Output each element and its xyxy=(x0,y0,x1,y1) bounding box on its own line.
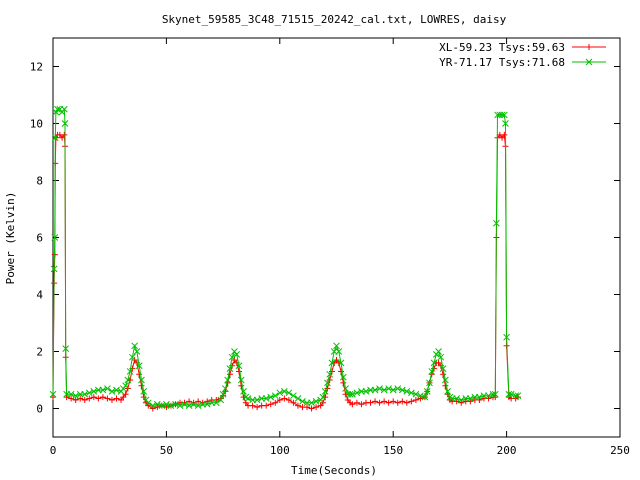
legend-entry-2: YR-71.17 Tsys:71.68 xyxy=(439,56,565,69)
x-tick-label: 50 xyxy=(160,444,173,457)
x-axis-label: Time(Seconds) xyxy=(291,464,377,477)
x-tick-label: 150 xyxy=(383,444,403,457)
y-tick-label: 4 xyxy=(36,289,43,302)
y-axis-label: Power (Kelvin) xyxy=(4,192,17,285)
chart: Skynet_59585_3C48_71515_20242_cal.txt, L… xyxy=(0,0,640,480)
y-tick-label: 10 xyxy=(30,118,43,131)
chart-svg: Skynet_59585_3C48_71515_20242_cal.txt, L… xyxy=(0,0,640,480)
x-tick-label: 0 xyxy=(50,444,57,457)
chart-title: Skynet_59585_3C48_71515_20242_cal.txt, L… xyxy=(162,13,507,26)
y-tick-label: 6 xyxy=(36,232,43,245)
y-tick-label: 2 xyxy=(36,346,43,359)
y-tick-label: 12 xyxy=(30,61,43,74)
legend-entry-1: XL-59.23 Tsys:59.63 xyxy=(439,41,565,54)
x-tick-label: 200 xyxy=(497,444,517,457)
x-tick-label: 100 xyxy=(270,444,290,457)
x-tick-label: 250 xyxy=(610,444,630,457)
y-tick-label: 0 xyxy=(36,403,43,416)
y-tick-label: 8 xyxy=(36,175,43,188)
